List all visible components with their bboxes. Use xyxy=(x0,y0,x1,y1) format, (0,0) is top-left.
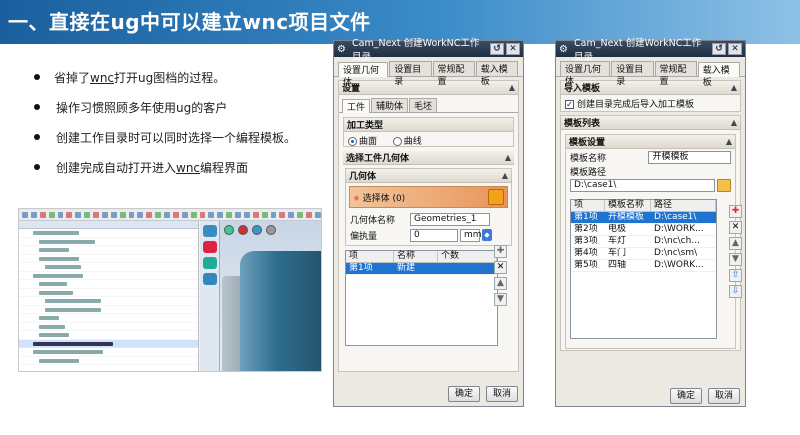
tab-general-config[interactable]: 常规配置 xyxy=(432,61,475,87)
move-down-icon[interactable]: ▼ xyxy=(494,293,507,306)
template-settings-subsection: 模板设置 ▲ 模板名称 开模模板 模板路径 D:\case1\ 项 模板名称 路径… xyxy=(565,134,742,349)
tab-set-directory[interactable]: 设置目录 xyxy=(611,61,654,87)
settings-section: 设置 ▲ 工件 辅助体 毛坯 加工类型 曲面 曲线 选择工件几何体 ▲ 几何体 ▲ ✳… xyxy=(338,80,519,372)
cube-select-icon[interactable] xyxy=(488,189,504,205)
unit-dropdown-icon[interactable]: ◆ xyxy=(482,229,492,241)
template-side-buttons: ✚ ✕ ▲ ▼ ⇧ ⇩ xyxy=(729,205,742,298)
reset-icon[interactable]: ↺ xyxy=(712,43,726,55)
move-up-icon[interactable]: ▲ xyxy=(729,237,742,250)
subtab-auxiliary[interactable]: 辅助体 xyxy=(371,98,409,112)
gear-icon[interactable]: ⚙ xyxy=(337,44,349,55)
nx-graphics-window xyxy=(200,221,321,371)
bullet-dot-icon xyxy=(34,74,40,80)
ok-button[interactable]: 确定 xyxy=(670,388,702,404)
settings-header[interactable]: 设置 ▲ xyxy=(339,81,518,95)
radio-surface[interactable] xyxy=(348,137,357,146)
slide-title: 一、直接在ug中可以建立wnc项目文件 xyxy=(8,10,371,34)
bullet-item: 省掉了wnc打开ug图档的过程。 xyxy=(34,62,324,92)
radio-curve[interactable] xyxy=(392,137,402,146)
nx-operation-navigator xyxy=(19,221,199,371)
template-path-label-row: 模板路径 xyxy=(570,167,607,178)
cancel-button[interactable]: 取消 xyxy=(708,388,740,404)
dialog-caption: ⚙ Cam_Next 创建WorkNC工作目录 ↺ ✕ xyxy=(556,38,745,63)
nx-toolbar xyxy=(19,209,321,221)
asterisk-icon: ✳ xyxy=(353,193,360,203)
bullet-item: 创建工作目录时可以同时选择一个编程模板。 xyxy=(34,122,324,152)
create-worknc-dialog-geometry: ⚙ Cam_Next 创建WorkNC工作目录 ↺ ✕ 设置几何体 设置目录 常… xyxy=(333,38,524,407)
bullet-text: 省掉了wnc打开ug图档的过程。 xyxy=(54,70,226,85)
table-row[interactable]: 第3项 车灯 D:\nc\ch... xyxy=(571,236,716,248)
geometry-table: 项 名称 个数 第1项 新建 xyxy=(345,250,498,346)
process-type-section: 加工类型 曲面 曲线 xyxy=(343,117,514,147)
template-path-input[interactable]: D:\case1\ xyxy=(570,178,716,192)
gear-icon[interactable]: ⚙ xyxy=(559,44,571,55)
tab-set-geometry[interactable]: 设置几何体 xyxy=(338,62,389,88)
folder-icon[interactable] xyxy=(717,178,731,192)
template-list-section: 模板列表 ▲ 模板设置 ▲ 模板名称 开模模板 模板路径 D:\case1\ 项 模… xyxy=(560,115,742,351)
export-icon[interactable]: ⇩ xyxy=(729,285,742,298)
reset-icon[interactable]: ↺ xyxy=(490,43,504,55)
table-row[interactable]: 第1项 开模模板 D:\case1\ xyxy=(571,212,716,224)
unit-select[interactable]: mm xyxy=(460,228,482,242)
geometry-header[interactable]: 几何体 ▲ xyxy=(346,169,511,183)
cancel-button[interactable]: 取消 xyxy=(486,386,518,402)
dialog-footer: 确定 取消 xyxy=(670,388,740,404)
bullet-dot-icon xyxy=(34,104,40,110)
bullet-item: 操作习惯照顾多年使用ug的客户 xyxy=(34,92,324,122)
offset-row: 偏执量 0 mm ◆ xyxy=(346,227,511,243)
import-template-header[interactable]: 导入模板 ▲ xyxy=(561,81,740,95)
import-template-checkbox[interactable]: ✓ xyxy=(565,100,574,109)
import-template-section: 导入模板 ▲ ✓ 创建目录完成后导入加工模板 xyxy=(560,80,741,112)
bullet-text: 创建完成自动打开进入wnc编程界面 xyxy=(56,160,249,175)
table-row[interactable]: 第2项 电极 D:\WORK... xyxy=(571,224,716,236)
bullet-item: 创建完成自动打开进入wnc编程界面 xyxy=(34,152,324,182)
tab-load-template[interactable]: 载入模板 xyxy=(475,61,518,87)
bullet-list: 省掉了wnc打开ug图档的过程。 操作习惯照顾多年使用ug的客户 创建工作目录时… xyxy=(34,62,324,182)
close-icon[interactable]: ✕ xyxy=(728,43,742,55)
ok-button[interactable]: 确定 xyxy=(448,386,480,402)
create-worknc-dialog-template: ⚙ Cam_Next 创建WorkNC工作目录 ↺ ✕ 设置几何体 设置目录 常… xyxy=(555,38,746,407)
add-icon[interactable]: ✚ xyxy=(729,205,742,218)
dialog-footer: 确定 取消 xyxy=(448,386,518,402)
template-path-row: D:\case1\ xyxy=(566,177,735,193)
table-row[interactable]: 第4项 车门 D:\nc\sm\ xyxy=(571,248,716,260)
import-checkbox-row: ✓ 创建目录完成后导入加工模板 xyxy=(565,100,695,110)
template-list-header[interactable]: 模板列表 ▲ xyxy=(561,116,740,130)
template-settings-header[interactable]: 模板设置 ▲ xyxy=(566,135,735,149)
bullet-dot-icon xyxy=(34,134,40,140)
move-up-icon[interactable]: ▲ xyxy=(494,277,507,290)
close-icon[interactable]: ✕ xyxy=(506,43,520,55)
nx-screenshot xyxy=(18,208,322,372)
tab-general-config[interactable]: 常规配置 xyxy=(654,61,697,87)
table-row[interactable]: 第5项 四轴 D:\WORK... xyxy=(571,260,716,272)
import-icon[interactable]: ⇧ xyxy=(729,269,742,282)
table-side-buttons: ✚ ✕ ▲ ▼ xyxy=(494,245,507,306)
bullet-text: 操作习惯照顾多年使用ug的客户 xyxy=(56,100,228,115)
sub-tabs: 工件 辅助体 毛坯 xyxy=(339,95,518,113)
select-geometry-header[interactable]: 选择工件几何体 ▲ xyxy=(343,151,514,165)
collapse-icon: ▲ xyxy=(508,83,515,92)
add-icon[interactable]: ✚ xyxy=(494,245,507,258)
delete-icon[interactable]: ✕ xyxy=(494,261,507,274)
table-row[interactable]: 第1项 新建 xyxy=(346,263,497,275)
geometry-name-row: 几何体名称 Geometries_1 xyxy=(346,211,511,227)
template-name-input[interactable]: 开模模板 xyxy=(648,150,731,164)
geometry-name-input[interactable]: Geometries_1 xyxy=(410,212,490,226)
dialog-caption: ⚙ Cam_Next 创建WorkNC工作目录 ↺ ✕ xyxy=(334,38,523,63)
move-down-icon[interactable]: ▼ xyxy=(729,253,742,266)
process-options: 曲面 曲线 xyxy=(344,132,513,147)
bullet-dot-icon xyxy=(34,164,40,170)
bullet-text: 创建工作目录时可以同时选择一个编程模板。 xyxy=(56,130,297,145)
template-name-row: 模板名称 开模模板 xyxy=(566,149,735,165)
subtab-workpiece[interactable]: 工件 xyxy=(342,99,371,113)
tab-load-template[interactable]: 载入模板 xyxy=(697,62,740,88)
subtab-stock[interactable]: 毛坯 xyxy=(409,98,438,112)
offset-input[interactable]: 0 xyxy=(410,228,458,242)
tab-set-directory[interactable]: 设置目录 xyxy=(389,61,432,87)
tab-set-geometry[interactable]: 设置几何体 xyxy=(560,61,611,87)
geometry-subsection: 几何体 ▲ ✳ 选择体 (0) 几何体名称 Geometries_1 偏执量 0 … xyxy=(345,168,512,246)
select-body-row[interactable]: ✳ 选择体 (0) xyxy=(349,186,508,208)
delete-icon[interactable]: ✕ xyxy=(729,221,742,234)
template-table: 项 模板名称 路径 第1项 开模模板 D:\case1\ 第2项 电极 D:\W… xyxy=(570,199,717,339)
